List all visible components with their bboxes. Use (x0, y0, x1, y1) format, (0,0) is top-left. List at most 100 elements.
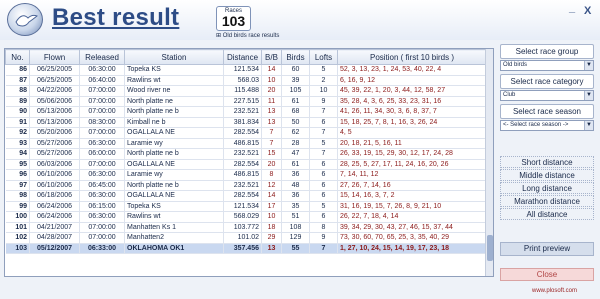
table-cell: 7 (309, 106, 338, 118)
column-header[interactable]: B/B (261, 49, 282, 65)
table-row[interactable]: 95 06/03/2006 07:00:00 OGALLALA NE 282.554 20… (5, 159, 487, 170)
column-header[interactable]: Lofts (309, 49, 338, 65)
table-cell: 282.554 (223, 159, 262, 170)
close-window-button[interactable]: X (584, 5, 591, 17)
table-cell: 103.772 (223, 222, 262, 233)
table-cell: 04/22/2006 (29, 85, 80, 97)
table-cell: 103 (5, 243, 30, 254)
print-preview-button[interactable]: Print preview (500, 242, 594, 256)
table-cell: 20 (261, 159, 282, 170)
table-cell: 282.554 (223, 190, 262, 202)
table-cell: 27, 26, 7, 14, 16 (337, 180, 487, 191)
table-row[interactable]: 99 06/24/2006 06:15:00 Topeka KS 121.534 17 35… (5, 201, 487, 212)
all-distance-button[interactable]: All distance (500, 208, 594, 220)
table-cell: 04/28/2007 (29, 232, 80, 244)
chevron-down-icon[interactable]: ▼ (584, 61, 593, 70)
table-cell: 06/10/2006 (29, 169, 80, 181)
table-cell: 100 (5, 211, 30, 223)
table-row[interactable]: 93 05/27/2006 06:30:00 Laramie wy 486.815 7 28… (5, 138, 487, 149)
table-cell: 101.02 (223, 232, 262, 244)
table-row[interactable]: 89 05/06/2006 07:00:00 North platte ne 227.5… (5, 96, 487, 107)
column-header[interactable]: Distance (223, 49, 262, 65)
table-cell: Wood river ne (124, 85, 224, 97)
table-cell: 05/13/2006 (29, 106, 80, 118)
race-group-select[interactable]: Old birds ▼ (500, 60, 594, 71)
marathon-distance-button[interactable]: Marathon distance (500, 195, 594, 207)
table-cell: 06:30:00 (79, 169, 125, 181)
table-cell: 568.029 (223, 211, 262, 223)
table-cell: 97 (5, 180, 30, 191)
race-group-label: Select race group (500, 44, 594, 59)
table-cell: 13 (261, 117, 282, 128)
table-cell: 282.554 (223, 127, 262, 139)
table-cell: 51 (281, 211, 310, 223)
table-cell: 9 (309, 96, 338, 107)
table-row[interactable]: 98 06/18/2006 06:30:00 OGALLALA NE 282.554 14… (5, 190, 487, 202)
table-cell: 06:30:00 (79, 190, 125, 202)
results-table: No. Flown Released Station Distance B/B Birds L… (5, 49, 487, 254)
race-season-select[interactable]: <- Select race season -> ▼ (500, 120, 594, 131)
table-cell: 87 (5, 75, 30, 86)
minimize-button[interactable]: _ (569, 2, 575, 14)
table-row[interactable]: 88 04/22/2006 07:00:00 Wood river ne 115.488… (5, 85, 487, 97)
table-row[interactable]: 100 06/24/2006 06:30:00 Rawlins wt 568.029 10… (5, 211, 487, 223)
table-row[interactable]: 91 05/13/2006 08:30:00 Kimball ne b 381.834 1… (5, 117, 487, 128)
table-row[interactable]: 101 04/21/2007 07:00:00 Manhatten Ks 1 103.7… (5, 222, 487, 233)
table-cell: 20, 18, 21, 5, 16, 11 (337, 138, 487, 149)
table-row[interactable]: 102 04/28/2007 07:00:00 Manhatten2 101.02 29 1… (5, 232, 487, 244)
table-row[interactable]: 86 06/25/2005 06:30:00 Topeka KS 121.534 14 60… (5, 64, 487, 76)
column-header[interactable]: No. (5, 49, 30, 65)
table-cell: 68 (281, 106, 310, 118)
table-cell: 101 (5, 222, 30, 233)
scrollbar-thumb[interactable] (487, 235, 493, 261)
column-header[interactable]: Flown (29, 49, 80, 65)
table-cell: 5 (309, 201, 338, 212)
close-button[interactable]: Close (500, 268, 594, 281)
table-cell: 6, 16, 9, 12 (337, 75, 487, 86)
table-cell: 10 (261, 211, 282, 223)
table-cell: 06:30:00 (79, 64, 125, 76)
table-cell: Rawlins wt (124, 75, 224, 86)
table-cell: 102 (5, 232, 30, 244)
race-category-select[interactable]: Club ▼ (500, 90, 594, 101)
table-row[interactable]: 103 05/12/2007 06:33:00 OKLAHOMA OK1 357.456… (5, 243, 487, 254)
table-cell: 8 (261, 169, 282, 181)
footer-url[interactable]: www.plosoft.com (532, 288, 577, 294)
short-distance-button[interactable]: Short distance (500, 156, 594, 168)
table-row[interactable]: 97 06/10/2006 06:45:00 North platte ne b 232… (5, 180, 487, 191)
table-cell: 86 (5, 64, 30, 76)
table-cell: 94 (5, 148, 30, 160)
table-cell: 89 (5, 96, 30, 107)
table-row[interactable]: 92 05/20/2006 07:00:00 OGALLALA NE 282.554 7 6… (5, 127, 487, 139)
table-cell: 13 (261, 106, 282, 118)
table-cell: 7 (261, 127, 282, 139)
app-title: Best result (52, 4, 180, 31)
table-cell: 5 (309, 138, 338, 149)
table-cell: 07:00:00 (79, 222, 125, 233)
race-group-value: Old birds (503, 62, 528, 68)
table-cell: 06/24/2006 (29, 201, 80, 212)
table-row[interactable]: 94 05/27/2006 06:00:00 North platte ne b 232… (5, 148, 487, 160)
long-distance-button[interactable]: Long distance (500, 182, 594, 194)
results-grid[interactable]: No. Flown Released Station Distance B/B Birds L… (4, 48, 494, 277)
column-header[interactable]: Released (79, 49, 125, 65)
vertical-scrollbar[interactable] (485, 49, 493, 276)
chevron-down-icon[interactable]: ▼ (584, 121, 593, 130)
middle-distance-button[interactable]: Middle distance (500, 169, 594, 181)
table-cell: 227.515 (223, 96, 262, 107)
table-cell: 06:00:00 (79, 148, 125, 160)
race-category-label: Select race category (500, 74, 594, 89)
column-header[interactable]: Position ( first 10 birds ) (337, 49, 487, 65)
table-cell: 7 (309, 243, 338, 254)
table-cell: 50 (281, 117, 310, 128)
table-cell: 39 (281, 75, 310, 86)
table-cell: 05/27/2006 (29, 138, 80, 149)
chevron-down-icon[interactable]: ▼ (584, 91, 593, 100)
column-header[interactable]: Station (124, 49, 224, 65)
column-header[interactable]: Birds (281, 49, 310, 65)
table-row[interactable]: 96 06/10/2006 06:30:00 Laramie wy 486.815 8 36… (5, 169, 487, 181)
table-cell: North platte ne b (124, 148, 224, 160)
table-cell: Manhatten Ks 1 (124, 222, 224, 233)
table-row[interactable]: 90 05/13/2006 07:00:00 North platte ne b 232… (5, 106, 487, 118)
table-row[interactable]: 87 06/25/2005 06:40:00 Rawlins wt 568.03 10 39… (5, 75, 487, 86)
